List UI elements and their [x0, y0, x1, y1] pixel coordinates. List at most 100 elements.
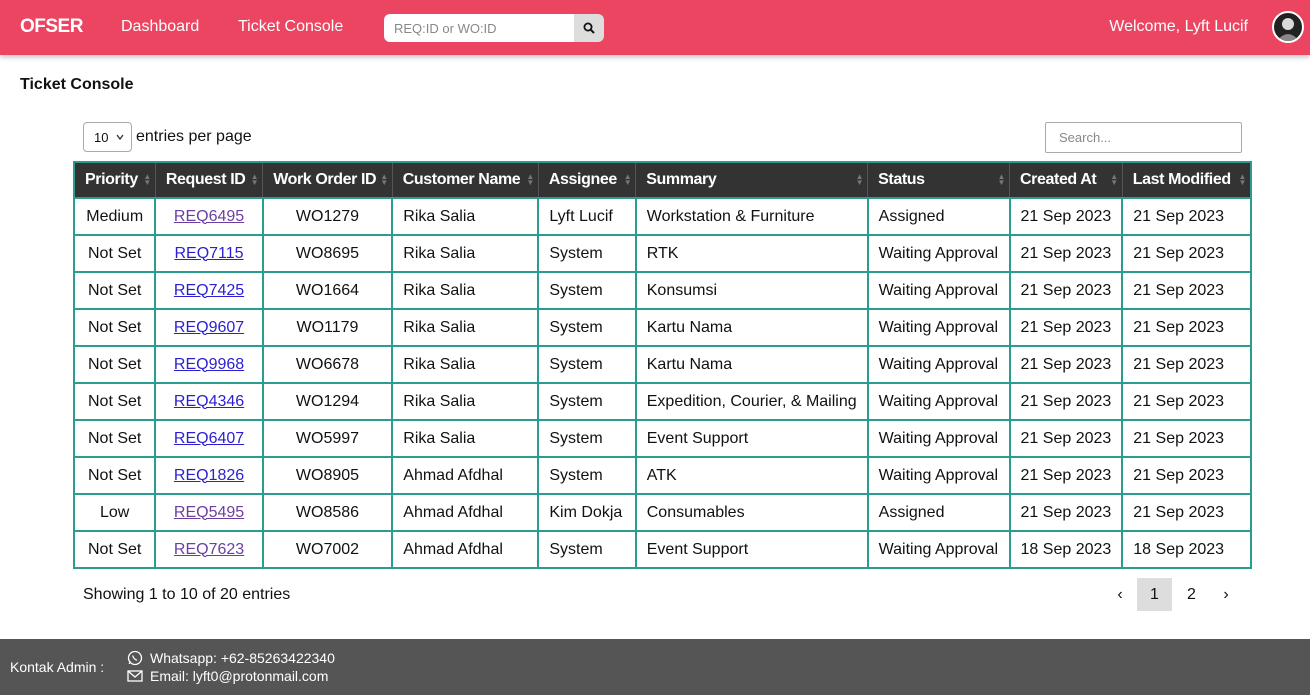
column-header-last-modified[interactable]: Last Modified ▲ ▼ [1122, 162, 1252, 198]
cell-request-id: REQ5495 [154, 493, 264, 532]
cell-priority: Low [72, 493, 157, 532]
footer: Kontak Admin : Whatsapp: +62-85263422340… [0, 639, 1310, 695]
mail-icon [127, 670, 143, 682]
cell-work-order-id: WO7002 [261, 530, 394, 569]
cell-customer-name: Ahmad Afdhal [391, 530, 540, 569]
cell-work-order-id: WO1664 [261, 271, 394, 310]
avatar[interactable] [1272, 11, 1304, 43]
table-row[interactable]: Low REQ5495 WO8586 Ahmad Afdhal Kim Dokja Con… [72, 493, 1252, 532]
request-id-link[interactable]: REQ7115 [174, 245, 243, 262]
table-row[interactable]: Not Set REQ1826 WO8905 Ahmad Afdhal System AT… [72, 456, 1252, 495]
request-id-link[interactable]: REQ7623 [174, 541, 244, 558]
request-id-link[interactable]: REQ9607 [174, 319, 244, 336]
column-header-label: Summary [646, 171, 717, 188]
table-row[interactable]: Not Set REQ4346 WO1294 Rika Salia System Expe… [72, 382, 1252, 421]
pagination-prev[interactable]: ‹ [1109, 578, 1131, 611]
cell-summary: Event Support [634, 419, 869, 458]
entries-per-page: 10 entries per page [83, 122, 252, 152]
cell-status: Waiting Approval [866, 308, 1011, 347]
table-header-row: Priority ▲ ▼ Request ID ▲ ▼ Work Order ID ▲ ▼ Cus… [74, 162, 1252, 198]
cell-status: Waiting Approval [866, 456, 1011, 495]
email-contact[interactable]: Email: lyft0@protonmail.com [127, 668, 328, 684]
whatsapp-contact[interactable]: Whatsapp: +62-85263422340 [127, 650, 335, 666]
column-header-label: Request ID [165, 171, 246, 188]
table-row[interactable]: Not Set REQ9607 WO1179 Rika Salia System Kart… [72, 308, 1252, 347]
column-header-request-id[interactable]: Request ID ▲ ▼ [155, 162, 264, 198]
cell-last-modified: 21 Sep 2023 [1121, 382, 1252, 421]
entries-select-value: 10 [94, 129, 109, 145]
table-row[interactable]: Not Set REQ7425 WO1664 Rika Salia System Kons… [72, 271, 1252, 310]
cell-summary: Workstation & Furniture [634, 197, 869, 236]
cell-summary: Kartu Nama [634, 308, 869, 347]
cell-summary: Kartu Nama [634, 345, 869, 384]
cell-work-order-id: WO1294 [261, 382, 394, 421]
request-id-link[interactable]: REQ1826 [174, 467, 244, 484]
cell-created-at: 21 Sep 2023 [1008, 456, 1124, 495]
search-button[interactable] [574, 14, 604, 42]
cell-assignee: System [537, 456, 637, 495]
cell-request-id: REQ9968 [154, 345, 264, 384]
cell-priority: Not Set [72, 345, 157, 384]
cell-last-modified: 21 Sep 2023 [1121, 456, 1252, 495]
cell-request-id: REQ7425 [154, 271, 264, 310]
entries-select[interactable]: 10 [83, 122, 132, 152]
cell-priority: Not Set [72, 530, 157, 569]
pagination-page-1[interactable]: 1 [1137, 578, 1172, 611]
cell-summary: Event Support [634, 530, 869, 569]
cell-created-at: 21 Sep 2023 [1008, 419, 1124, 458]
column-header-label: Status [878, 171, 925, 188]
pagination-next[interactable]: › [1215, 578, 1237, 611]
welcome-text: Welcome, Lyft Lucif [1109, 18, 1248, 35]
cell-assignee: System [537, 382, 637, 421]
table-row[interactable]: Not Set REQ7115 WO8695 Rika Salia System RTK W… [72, 234, 1252, 273]
nav-link-ticket-console[interactable]: Ticket Console [238, 18, 343, 36]
column-header-summary[interactable]: Summary ▲ ▼ [635, 162, 869, 198]
request-id-link[interactable]: REQ4346 [174, 393, 244, 410]
cell-created-at: 21 Sep 2023 [1008, 234, 1124, 273]
cell-created-at: 21 Sep 2023 [1008, 382, 1124, 421]
cell-request-id: REQ6407 [154, 419, 264, 458]
cell-status: Waiting Approval [866, 382, 1011, 421]
request-id-link[interactable]: REQ5495 [174, 504, 244, 521]
column-header-created-at[interactable]: Created At ▲ ▼ [1009, 162, 1123, 198]
nav-link-dashboard[interactable]: Dashboard [121, 18, 199, 36]
table-row[interactable]: Medium REQ6495 WO1279 Rika Salia Lyft Lucif W… [72, 197, 1252, 236]
cell-customer-name: Rika Salia [391, 234, 540, 273]
table-row[interactable]: Not Set REQ7623 WO7002 Ahmad Afdhal System Ev… [72, 530, 1252, 569]
id-search [384, 14, 604, 42]
column-header-assignee[interactable]: Assignee ▲ ▼ [538, 162, 637, 198]
id-search-input[interactable] [384, 14, 574, 42]
navbar: OFSER Dashboard Ticket Console Welcome, … [0, 0, 1310, 55]
cell-status: Waiting Approval [866, 530, 1011, 569]
column-header-status[interactable]: Status ▲ ▼ [867, 162, 1011, 198]
pagination-page-2[interactable]: 2 [1174, 578, 1209, 611]
table-row[interactable]: Not Set REQ9968 WO6678 Rika Salia System Kart… [72, 345, 1252, 384]
table-row[interactable]: Not Set REQ6407 WO5997 Rika Salia System Even… [72, 419, 1252, 458]
table-search-input[interactable] [1045, 122, 1242, 153]
request-id-link[interactable]: REQ9968 [174, 356, 244, 373]
column-header-work-order-id[interactable]: Work Order ID ▲ ▼ [262, 162, 393, 198]
entries-label: entries per page [136, 128, 252, 145]
cell-status: Waiting Approval [866, 419, 1011, 458]
request-id-link[interactable]: REQ6495 [174, 208, 244, 225]
sort-icon: ▲ ▼ [623, 172, 632, 187]
email-text: Email: lyft0@protonmail.com [150, 668, 329, 684]
cell-status: Waiting Approval [866, 234, 1011, 273]
cell-assignee: System [537, 271, 637, 310]
brand-logo[interactable]: OFSER [20, 16, 83, 38]
cell-work-order-id: WO6678 [261, 345, 394, 384]
cell-customer-name: Rika Salia [391, 197, 540, 236]
request-id-link[interactable]: REQ6407 [174, 430, 244, 447]
request-id-link[interactable]: REQ7425 [174, 282, 244, 299]
sort-icon: ▲ ▼ [250, 172, 259, 187]
cell-request-id: REQ6495 [154, 197, 264, 236]
column-header-priority[interactable]: Priority ▲ ▼ [74, 162, 156, 198]
cell-customer-name: Rika Salia [391, 382, 540, 421]
cell-priority: Not Set [72, 308, 157, 347]
sort-icon: ▲ ▼ [1110, 172, 1118, 187]
column-header-customer-name[interactable]: Customer Name ▲ ▼ [392, 162, 539, 198]
cell-priority: Not Set [72, 382, 157, 421]
cell-created-at: 21 Sep 2023 [1008, 197, 1124, 236]
cell-assignee: System [537, 234, 637, 273]
ticket-table: Priority ▲ ▼ Request ID ▲ ▼ Work Order ID ▲ ▼ Cus… [72, 161, 1252, 569]
